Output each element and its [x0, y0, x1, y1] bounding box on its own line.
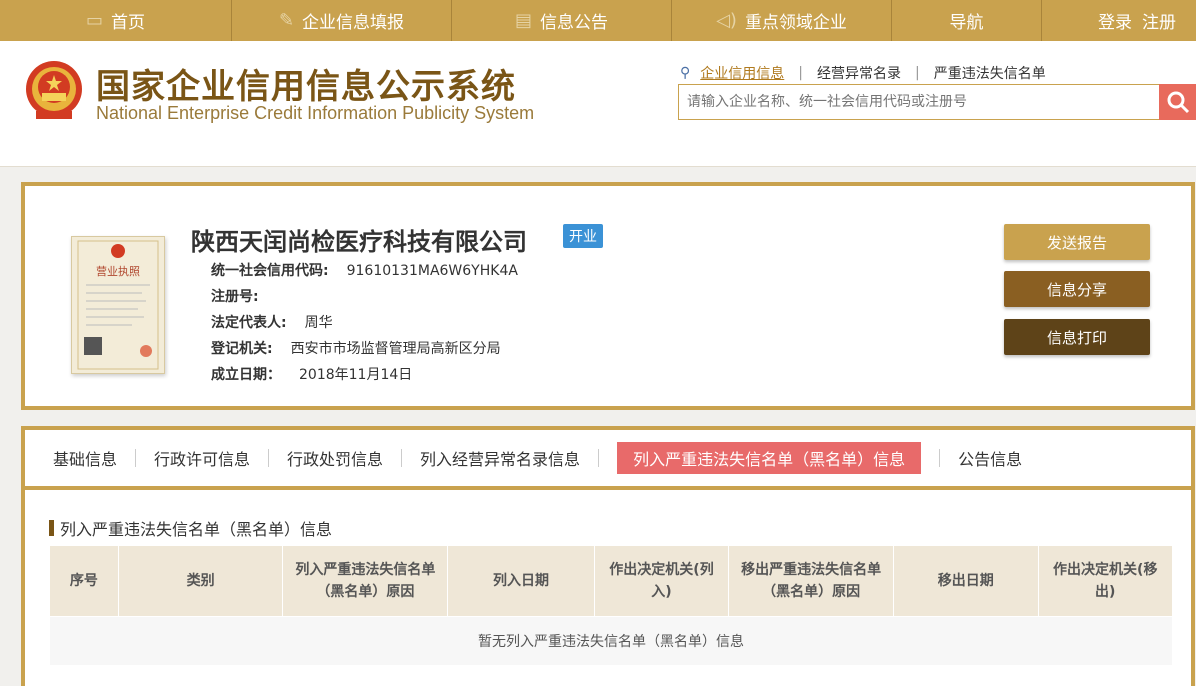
nav-key-enterprises-label: 重点领域企业 [744, 13, 847, 33]
tab-divider [135, 449, 137, 467]
auth-links: 登录 注册 [1098, 8, 1196, 33]
reg-number-row: 注册号: [211, 286, 277, 306]
company-card: 营业执照 陕西天闰尚检医疗科技有限公司 开业 统一社会信用代码: 91610131… [21, 182, 1195, 410]
search-type-links: ⚲ 企业信用信息 | 经营异常名录 | 严重违法失信名单 [680, 63, 1046, 83]
nav-report[interactable]: ✎ 企业信息填报 [232, 0, 452, 41]
tab-blacklist[interactable]: 列入严重违法失信名单（黑名单）信息 [617, 442, 922, 474]
edit-icon: ✎ [278, 10, 295, 31]
col-category: 类别 [117, 545, 284, 617]
document-icon: ▤ [514, 10, 532, 31]
site-subtitle: National Enterprise Credit Information P… [96, 103, 535, 123]
search-icon: ⚲ [680, 65, 691, 81]
tab-announcements[interactable]: 公告信息 [958, 446, 1022, 470]
nav-guide[interactable]: 导航 [892, 0, 1042, 41]
business-license-image[interactable]: 营业执照 [71, 236, 165, 374]
founded-label: 成立日期： [211, 367, 281, 383]
nav-report-label: 企业信息填报 [302, 13, 405, 33]
print-info-button[interactable]: 信息打印 [1004, 319, 1150, 355]
table-header-row: 序号 类别 列入严重违法失信名单（黑名单）原因 列入日期 作出决定机关(列入) … [49, 545, 1173, 617]
license-label: 营业执照 [96, 265, 140, 278]
company-name: 陕西天闰尚检医疗科技有限公司 [191, 228, 527, 256]
search-input[interactable] [679, 85, 1165, 119]
heading-bar [49, 520, 54, 536]
founded-value: 2018年11月14日 [299, 367, 413, 383]
credit-code-row: 统一社会信用代码: 91610131MA6W6YHK4A [211, 260, 518, 280]
license-graphic [77, 240, 159, 370]
reg-number-label: 注册号: [211, 289, 259, 305]
nav-home-label: 首页 [111, 13, 145, 33]
tab-divider [598, 449, 600, 467]
tab-admin-license[interactable]: 行政许可信息 [154, 446, 250, 470]
tab-divider [401, 449, 403, 467]
authority-label: 登记机关: [211, 341, 273, 357]
authority-row: 登记机关: 西安市市场监督管理局高新区分局 [211, 338, 501, 358]
send-report-button[interactable]: 发送报告 [1004, 224, 1150, 260]
col-list-reason: 列入严重违法失信名单（黑名单）原因 [282, 545, 449, 617]
login-link[interactable]: 登录 [1098, 8, 1132, 33]
authority-value: 西安市市场监督管理局高新区分局 [290, 341, 501, 357]
col-list-authority: 作出决定机关(列入) [593, 545, 730, 617]
tab-divider [939, 449, 941, 467]
nav-announcements-label: 信息公告 [540, 13, 608, 33]
share-info-button[interactable]: 信息分享 [1004, 271, 1150, 307]
tab-admin-penalty[interactable]: 行政处罚信息 [287, 446, 383, 470]
nav-guide-label: 导航 [949, 13, 984, 33]
link-divider: | [914, 65, 920, 81]
national-emblem-icon [26, 61, 82, 119]
col-remove-authority: 作出决定机关(移出) [1037, 545, 1173, 617]
search-link-credit[interactable]: 企业信用信息 [700, 63, 784, 83]
megaphone-icon: ◁) [716, 10, 737, 31]
search-link-abnormal[interactable]: 经营异常名录 [817, 63, 901, 83]
nav-home[interactable]: ▭ 首页 [0, 0, 232, 41]
empty-message: 暂无列入严重违法失信名单（黑名单）信息 [49, 616, 1173, 666]
status-badge: 开业 [563, 224, 603, 248]
founded-row: 成立日期： 2018年11月14日 [211, 364, 412, 384]
col-list-date: 列入日期 [447, 545, 595, 617]
search-box [678, 84, 1165, 120]
search-link-blacklist[interactable]: 严重违法失信名单 [934, 63, 1046, 83]
legal-rep-row: 法定代表人: 周华 [211, 312, 333, 332]
tab-basic-info[interactable]: 基础信息 [53, 446, 117, 470]
col-remove-date: 移出日期 [892, 545, 1039, 617]
nav-key-enterprises[interactable]: ◁) 重点领域企业 [672, 0, 892, 41]
section-title: 列入严重违法失信名单（黑名单）信息 [60, 520, 333, 539]
section-heading: 列入严重违法失信名单（黑名单）信息 [49, 516, 332, 540]
credit-code-value: 91610131MA6W6YHK4A [346, 263, 518, 279]
tab-bar: 基础信息 行政许可信息 行政处罚信息 列入经营异常名录信息 列入严重违法失信名单… [25, 430, 1191, 490]
legal-rep-label: 法定代表人: [211, 315, 287, 331]
register-link[interactable]: 注册 [1142, 8, 1176, 33]
site-header: 国家企业信用信息公示系统 National Enterprise Credit … [0, 41, 1196, 167]
credit-code-label: 统一社会信用代码: [211, 263, 329, 279]
nav-announcements[interactable]: ▤ 信息公告 [452, 0, 672, 41]
col-remove-reason: 移出严重违法失信名单（黑名单）原因 [728, 545, 894, 617]
top-navbar: ▭ 首页 ✎ 企业信息填报 ▤ 信息公告 ◁) 重点领域企业 导航 登录 注册 [0, 0, 1196, 41]
tab-divider [268, 449, 270, 467]
magnifier-icon [1167, 91, 1189, 114]
site-title: 国家企业信用信息公示系统 [96, 67, 516, 107]
table-row: 暂无列入严重违法失信名单（黑名单）信息 [49, 616, 1173, 666]
tab-abnormal-list[interactable]: 列入经营异常名录信息 [420, 446, 580, 470]
detail-panel: 基础信息 行政许可信息 行政处罚信息 列入经营异常名录信息 列入严重违法失信名单… [21, 426, 1195, 686]
legal-rep-value: 周华 [304, 315, 333, 331]
monitor-icon: ▭ [85, 10, 103, 31]
search-button[interactable] [1159, 84, 1196, 120]
link-divider: | [798, 65, 803, 81]
blacklist-table: 序号 类别 列入严重违法失信名单（黑名单）原因 列入日期 作出决定机关(列入) … [49, 545, 1173, 666]
col-index: 序号 [49, 545, 119, 617]
